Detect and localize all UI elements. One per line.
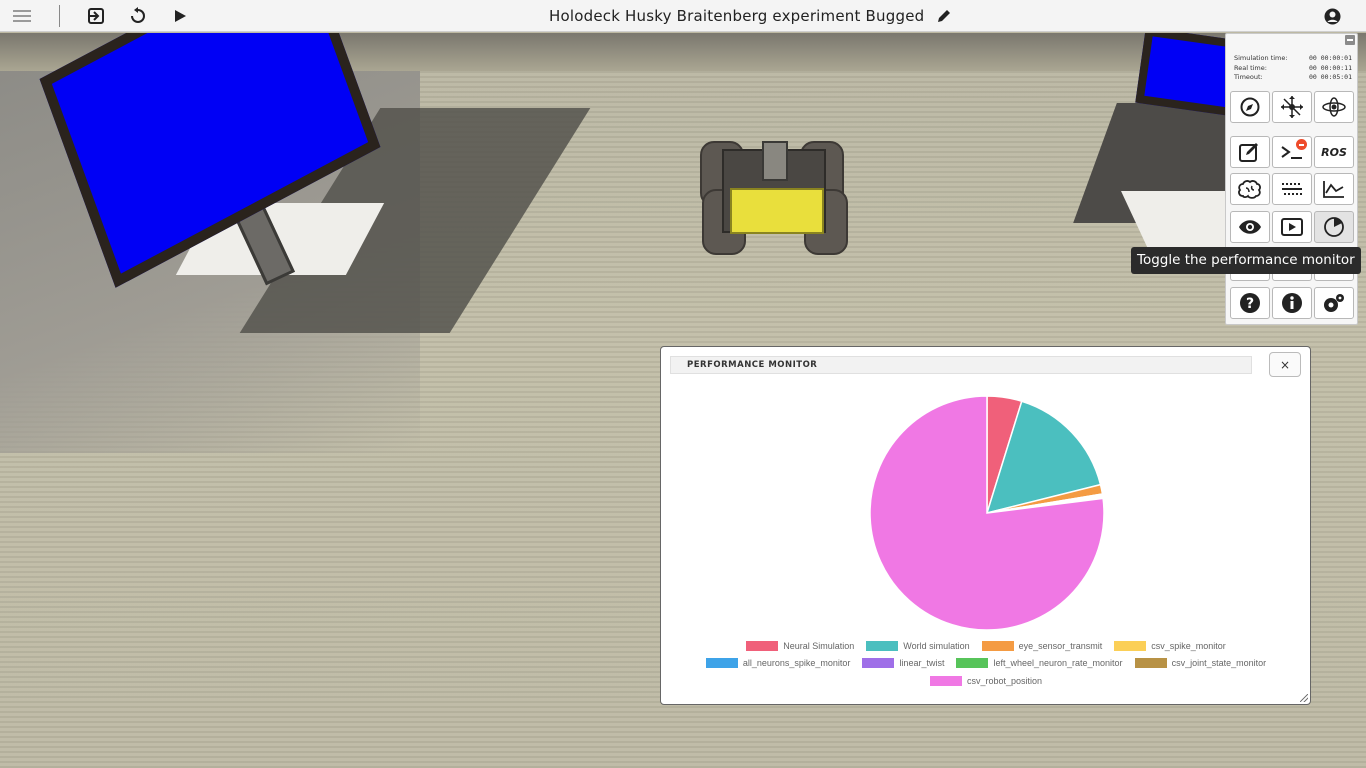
performance-icon: [1324, 217, 1344, 237]
spike-train-button[interactable]: [1272, 173, 1312, 205]
performance-monitor-button[interactable]: [1314, 211, 1354, 243]
legend-row: Neural Simulation World simulation eye_sen…: [671, 637, 1301, 655]
legend-item[interactable]: csv_robot_position: [929, 675, 1043, 686]
legend-label: Neural Simulation: [783, 640, 855, 651]
editor-button[interactable]: [1230, 136, 1270, 168]
orbit-button[interactable]: [1314, 91, 1354, 123]
experiment-title: Holodeck Husky Braitenberg experiment Bu…: [549, 7, 925, 25]
play-icon[interactable]: [168, 4, 192, 28]
performance-monitor-tooltip: Toggle the performance monitor: [1131, 247, 1361, 274]
legend-label: World simulation: [903, 640, 970, 651]
legend-label: csv_robot_position: [966, 675, 1043, 686]
legend-swatch: [1134, 658, 1167, 669]
help-icon: ?: [1240, 293, 1260, 313]
legend-item[interactable]: linear_twist: [862, 658, 945, 669]
terminal-button[interactable]: [1272, 136, 1312, 168]
eye-icon: [1239, 220, 1261, 234]
legend-swatch: [705, 658, 738, 669]
reset-icon[interactable]: [126, 4, 150, 28]
edit-title-icon[interactable]: [932, 4, 956, 28]
ros-label: ROS: [1321, 145, 1347, 159]
legend-item[interactable]: World simulation: [866, 640, 970, 651]
settings-button[interactable]: [1314, 287, 1354, 319]
toolbar-divider: [59, 5, 60, 27]
legend-swatch: [862, 658, 895, 669]
menu-icon[interactable]: [10, 4, 34, 28]
brain-icon: [1238, 180, 1261, 199]
legend-item[interactable]: all_neurons_spike_monitor: [705, 658, 851, 669]
simulation-tool-panel: Simulation time: 00 00:00:01 Real time: 00…: [1225, 33, 1358, 325]
legend-swatch: [981, 640, 1014, 651]
legend-swatch: [956, 658, 989, 669]
legend-label: eye_sensor_transmit: [1018, 640, 1103, 651]
spike-train-icon: [1282, 183, 1302, 195]
legend-label: left_wheel_neuron_rate_monitor: [993, 658, 1123, 669]
brain-visualizer-button[interactable]: [1230, 173, 1270, 205]
ros-button[interactable]: ROS: [1314, 136, 1354, 168]
timeout-row: Timeout: 00 00:05:01: [1234, 73, 1352, 81]
close-button[interactable]: ×: [1269, 352, 1301, 377]
exit-icon[interactable]: [84, 4, 108, 28]
legend-label: csv_joint_state_monitor: [1171, 658, 1267, 669]
plot-icon: [1323, 181, 1344, 198]
editor-icon: [1239, 143, 1258, 162]
legend-item[interactable]: csv_joint_state_monitor: [1134, 658, 1267, 669]
navigation-icon: [1240, 97, 1260, 117]
legend-row: all_neurons_spike_monitor linear_twist lef…: [671, 655, 1301, 673]
settings-icon: [1324, 294, 1344, 312]
legend-item[interactable]: csv_spike_monitor: [1114, 640, 1226, 651]
help-button[interactable]: ?: [1230, 287, 1270, 319]
move-button[interactable]: [1272, 91, 1312, 123]
simulation-time-row: Simulation time: 00 00:00:01: [1234, 54, 1352, 62]
husky-robot[interactable]: [700, 141, 848, 256]
legend-swatch: [866, 640, 899, 651]
legend-item[interactable]: Neural Simulation: [746, 640, 855, 651]
performance-monitor-window[interactable]: PERFORMANCE MONITOR × Neural Simulation W…: [660, 346, 1311, 705]
performance-monitor-header[interactable]: PERFORMANCE MONITOR: [670, 356, 1252, 374]
navigation-button[interactable]: [1230, 91, 1270, 123]
error-badge: [1296, 139, 1307, 150]
legend-label: csv_spike_monitor: [1151, 640, 1226, 651]
legend-row: csv_robot_position: [671, 672, 1301, 690]
collapse-panel-icon[interactable]: [1345, 35, 1355, 45]
legend-swatch: [746, 640, 779, 651]
svg-text:?: ?: [1246, 296, 1254, 312]
resize-handle[interactable]: [1300, 694, 1308, 702]
video-icon: [1281, 218, 1303, 236]
legend-label: all_neurons_spike_monitor: [742, 658, 851, 669]
chart-legend: Neural Simulation World simulation eye_sen…: [671, 637, 1301, 690]
legend-item[interactable]: left_wheel_neuron_rate_monitor: [956, 658, 1123, 669]
performance-monitor-title: PERFORMANCE MONITOR: [687, 360, 818, 370]
top-toolbar: Holodeck Husky Braitenberg experiment Bu…: [0, 0, 1366, 32]
legend-swatch: [1114, 640, 1147, 651]
view-button[interactable]: [1230, 211, 1270, 243]
legend-label: linear_twist: [899, 658, 945, 669]
user-icon[interactable]: [1320, 4, 1344, 28]
real-time-row: Real time: 00 00:00:11: [1234, 64, 1352, 72]
orbit-icon: [1322, 97, 1346, 117]
legend-swatch: [929, 675, 962, 686]
performance-pie-chart: [869, 395, 1105, 631]
video-button[interactable]: [1272, 211, 1312, 243]
info-button[interactable]: [1272, 287, 1312, 319]
info-icon: [1282, 293, 1302, 313]
move-icon: [1281, 96, 1303, 118]
plot-button[interactable]: [1314, 173, 1354, 205]
legend-item[interactable]: eye_sensor_transmit: [981, 640, 1103, 651]
